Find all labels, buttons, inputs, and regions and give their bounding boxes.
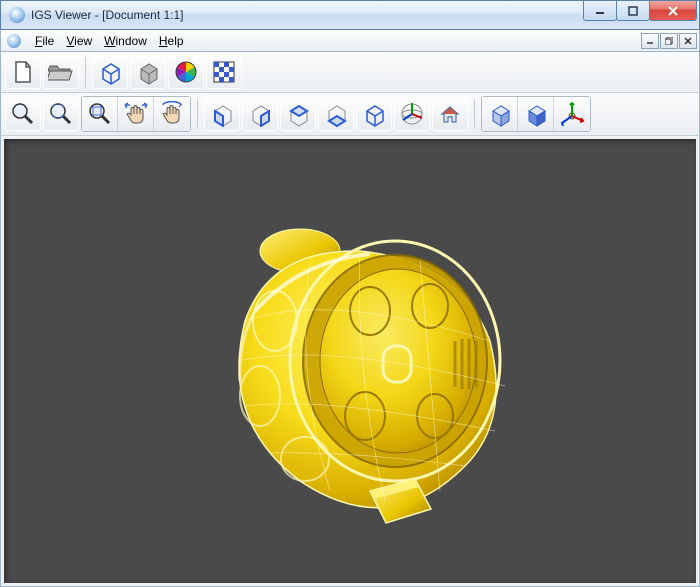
- solid-button[interactable]: [130, 55, 166, 89]
- checker-icon: [212, 60, 236, 84]
- hand-rotate-icon: [159, 101, 185, 127]
- document-icon: [7, 34, 21, 48]
- mdi-restore-button[interactable]: [660, 33, 678, 49]
- cube-solid-icon: [135, 59, 161, 85]
- window-controls: [584, 1, 697, 21]
- close-button[interactable]: [649, 1, 697, 21]
- viewport-3d[interactable]: [4, 139, 696, 583]
- view-front-button[interactable]: [204, 97, 240, 131]
- toolbar-separator: [85, 57, 86, 87]
- new-document-button[interactable]: [5, 55, 41, 89]
- magnifier-fit-icon: [87, 101, 113, 127]
- axes-tripod-button[interactable]: [554, 97, 590, 131]
- pan-button[interactable]: [118, 97, 154, 131]
- minimize-button[interactable]: [583, 1, 617, 21]
- menu-help[interactable]: Help: [153, 32, 190, 50]
- menu-bar: File View Window Help: [0, 30, 700, 52]
- app-icon: [9, 7, 25, 23]
- cube-front-icon: [209, 101, 235, 127]
- viewport-frame: [0, 136, 700, 587]
- home-button[interactable]: [432, 97, 468, 131]
- home-icon: [438, 102, 462, 126]
- shade-flat-button[interactable]: [482, 97, 518, 131]
- color-wheel-icon: [174, 60, 198, 84]
- view-right-button[interactable]: [318, 97, 354, 131]
- texture-button[interactable]: [206, 55, 242, 89]
- maximize-button[interactable]: [616, 1, 650, 21]
- mdi-minimize-button[interactable]: [641, 33, 659, 49]
- toolbar-main: [0, 52, 700, 93]
- window-title: IGS Viewer - [Document 1:1]: [31, 8, 184, 22]
- menu-view[interactable]: View: [60, 32, 98, 50]
- zoom-in-button[interactable]: [5, 97, 41, 131]
- cube-back-icon: [247, 101, 273, 127]
- toolbar-separator: [474, 99, 475, 129]
- view-back-button[interactable]: [242, 97, 278, 131]
- cube-left-icon: [285, 101, 311, 127]
- cube-shade-b-icon: [523, 101, 549, 127]
- cube-wireframe-icon: [97, 59, 123, 85]
- toolbar-view: [0, 93, 700, 136]
- menu-file[interactable]: File: [29, 32, 60, 50]
- axes-tripod-icon: [559, 101, 585, 127]
- magnifier-minus-icon: [48, 101, 74, 127]
- menu-window[interactable]: Window: [98, 32, 153, 50]
- toolbar-separator: [197, 99, 198, 129]
- navigate-group: [81, 96, 191, 132]
- color-wheel-button[interactable]: [168, 55, 204, 89]
- magnifier-plus-icon: [10, 101, 36, 127]
- zoom-fit-button[interactable]: [82, 97, 118, 131]
- rotate-button[interactable]: [154, 97, 190, 131]
- mdi-controls: [641, 33, 697, 49]
- open-button[interactable]: [43, 55, 79, 89]
- cube-shade-a-icon: [487, 101, 513, 127]
- model-render: [160, 191, 540, 531]
- axes-button[interactable]: [394, 97, 430, 131]
- shade-smooth-button[interactable]: [518, 97, 554, 131]
- cube-top-icon: [361, 101, 387, 127]
- wireframe-button[interactable]: [92, 55, 128, 89]
- new-document-icon: [12, 60, 34, 84]
- axes-sphere-icon: [399, 101, 425, 127]
- zoom-out-button[interactable]: [43, 97, 79, 131]
- hand-pan-icon: [123, 101, 149, 127]
- mdi-close-button[interactable]: [679, 33, 697, 49]
- open-folder-icon: [48, 61, 74, 83]
- window-titlebar: IGS Viewer - [Document 1:1]: [0, 0, 700, 30]
- view-left-button[interactable]: [280, 97, 316, 131]
- cube-right-icon: [323, 101, 349, 127]
- view-top-button[interactable]: [356, 97, 392, 131]
- shade-group: [481, 96, 591, 132]
